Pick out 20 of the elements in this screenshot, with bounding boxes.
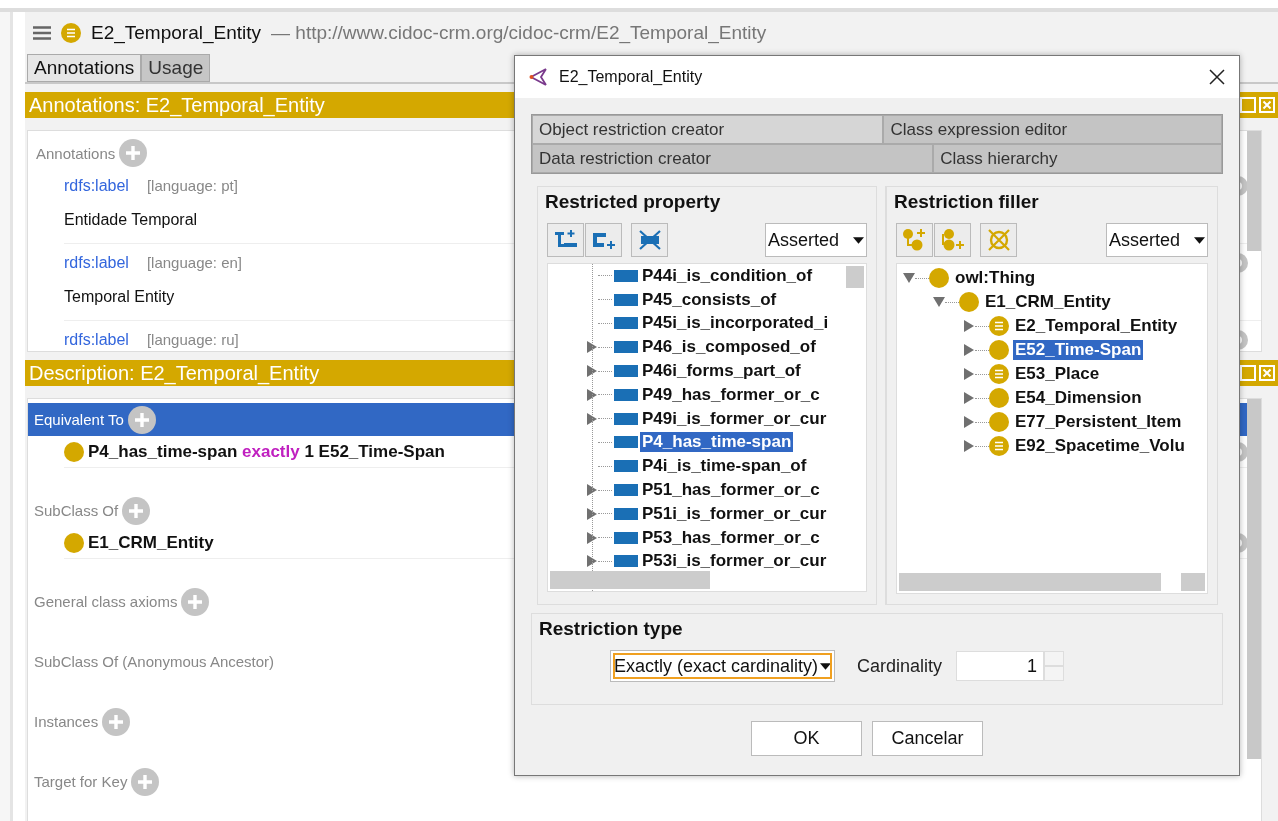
section-label: Target for Key <box>34 773 128 790</box>
entity-iri: — http://www.cidoc-crm.org/cidoc-crm/E2_Temporal_Entity <box>271 22 767 44</box>
entity-title: E2_Temporal_Entity <box>91 22 262 44</box>
annotation-value: Temporal Entity <box>64 288 175 307</box>
section-label: General class axioms <box>34 593 178 610</box>
cardinality-label: Cardinality <box>857 655 943 677</box>
group-title: Restricted property <box>545 191 722 213</box>
dialog-title: E2_Temporal_Entity <box>559 68 704 86</box>
section-label: SubClass Of <box>34 502 119 519</box>
group-title: Restriction filler <box>894 191 1040 213</box>
group-title: Restriction type <box>539 618 684 640</box>
language-tag: [language: pt] <box>146 177 238 195</box>
section-label: Annotations <box>36 144 116 162</box>
view-title: Description: E2_Temporal_Entity <box>29 361 320 385</box>
view-title: Annotations: E2_Temporal_Entity <box>29 93 325 117</box>
language-tag: [language: en] <box>146 254 242 272</box>
section-label: Equivalent To <box>34 411 124 428</box>
section-label: Instances <box>34 713 99 730</box>
annotation-value: Entidade Temporal <box>64 211 198 230</box>
language-tag: [language: ru] <box>146 331 239 349</box>
